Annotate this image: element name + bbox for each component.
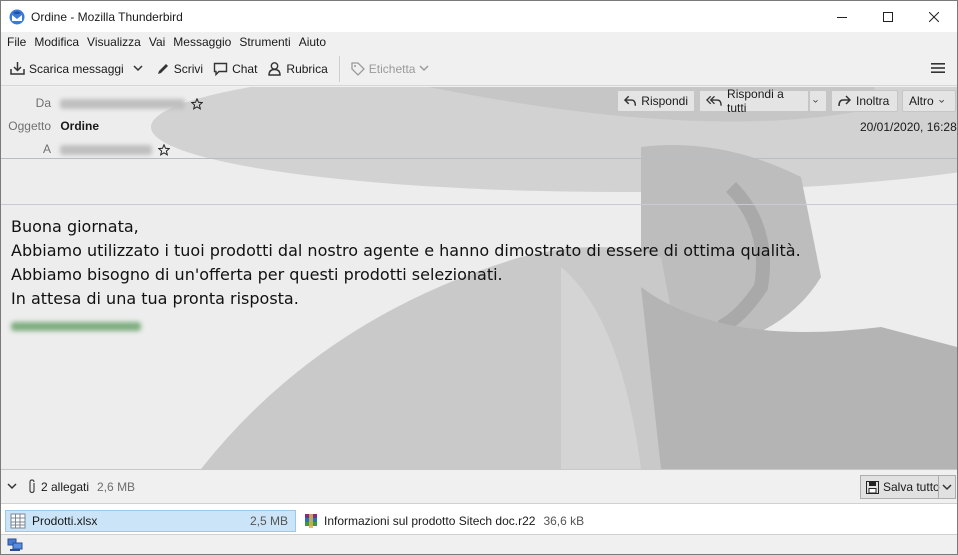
date-row: 20/01/2020, 16:28 [860, 120, 957, 134]
save-all-dropdown[interactable] [938, 476, 955, 498]
attachments-bar: 2 allegati 2,6 MB Salva tutto [1, 469, 957, 503]
signature-redacted [11, 322, 141, 331]
from-label: Da [35, 96, 51, 110]
star-icon[interactable] [157, 143, 171, 156]
paperclip-icon [29, 479, 35, 494]
thunderbird-icon [9, 9, 25, 24]
star-icon[interactable] [190, 97, 204, 110]
attachment-name: Informazioni sul prodotto Sitech doc.r22 [324, 514, 536, 528]
reply-button[interactable]: Rispondi [617, 90, 695, 112]
reply-all-label: Rispondi a tutti [727, 87, 784, 115]
body-line: In attesa di una tua pronta risposta. [11, 289, 299, 308]
menu-tools[interactable]: Strumenti [235, 35, 294, 49]
more-button[interactable]: Altro [902, 90, 956, 112]
chat-button[interactable]: Chat [208, 56, 262, 82]
menu-go[interactable]: Vai [145, 35, 169, 49]
close-button[interactable] [911, 1, 957, 32]
save-all-label: Salva tutto [883, 480, 940, 494]
forward-label: Inoltra [856, 94, 890, 108]
menu-file[interactable]: File [3, 35, 30, 49]
main-toolbar: Scarica messaggi Scrivi Chat Rubrica Eti… [1, 52, 957, 86]
chevron-down-icon [942, 483, 952, 490]
chevron-down-icon [133, 65, 143, 72]
header-divider [1, 158, 957, 159]
spreadsheet-icon [10, 513, 26, 529]
close-icon [929, 11, 939, 22]
message-body: Buona giornata, Abbiamo utilizzato i tuo… [11, 215, 801, 311]
network-status-icon[interactable] [7, 538, 23, 552]
reply-all-dropdown[interactable] [809, 90, 827, 112]
maximize-button[interactable] [865, 1, 911, 32]
title-bar: Ordine - Mozilla Thunderbird [1, 1, 957, 32]
attachments-total-size: 2,6 MB [97, 479, 136, 494]
address-book-button[interactable]: Rubrica [262, 56, 332, 82]
menu-edit[interactable]: Modifica [30, 35, 83, 49]
chat-bubble-icon [213, 62, 228, 76]
chevron-down-icon [813, 99, 818, 103]
save-icon [866, 480, 879, 494]
attachment-name: Prodotti.xlsx [32, 514, 98, 528]
menu-message[interactable]: Messaggio [169, 35, 235, 49]
reply-label: Rispondi [641, 94, 688, 108]
contacts-icon [268, 62, 282, 76]
subject-row: Oggetto Ordine [1, 119, 99, 133]
window-title: Ordine - Mozilla Thunderbird [31, 9, 183, 24]
status-bar [1, 535, 957, 554]
attachment-list: Prodotti.xlsx 2,5 MB Informazioni sul pr… [1, 503, 957, 535]
from-address-redacted[interactable] [60, 98, 186, 109]
menu-view[interactable]: Visualizza [83, 35, 145, 49]
body-line: Abbiamo utilizzato i tuoi prodotti dal n… [11, 241, 801, 260]
get-messages-dropdown[interactable] [129, 56, 151, 82]
get-messages-button[interactable]: Scarica messaggi [5, 56, 129, 82]
more-label: Altro [909, 94, 934, 108]
reply-all-icon [706, 95, 722, 106]
attachment-item[interactable]: Prodotti.xlsx 2,5 MB [5, 510, 296, 532]
message-pane: Da Oggetto Ordine A Rispondi Rispondi a … [1, 87, 957, 469]
write-label: Scrivi [173, 61, 204, 76]
chat-label: Chat [232, 61, 258, 76]
message-date: 20/01/2020, 16:28 [860, 120, 957, 134]
attachments-count[interactable]: 2 allegati [41, 480, 89, 494]
tag-label: Etichetta [368, 61, 416, 76]
pencil-icon [157, 63, 168, 74]
minimize-button[interactable] [819, 1, 865, 32]
subject-label: Oggetto [8, 119, 51, 133]
maximize-icon [883, 11, 893, 22]
tag-button[interactable]: Etichetta [346, 56, 439, 82]
from-row: Da [1, 96, 204, 110]
forward-icon [838, 95, 851, 107]
body-top-divider [1, 204, 957, 205]
attachment-item[interactable]: Informazioni sul prodotto Sitech doc.r22… [301, 510, 591, 532]
attachment-size: 36,6 kB [543, 514, 585, 528]
write-button[interactable]: Scrivi [151, 56, 208, 82]
tag-icon [351, 61, 365, 76]
to-address-redacted[interactable] [60, 144, 153, 155]
get-messages-label: Scarica messaggi [29, 61, 124, 76]
chevron-down-icon[interactable] [7, 483, 17, 490]
subject-value: Ordine [60, 119, 100, 133]
body-line: Abbiamo bisogno di un'offerta per questi… [11, 265, 503, 284]
attachment-size: 2,5 MB [249, 514, 288, 528]
address-book-label: Rubrica [286, 61, 328, 76]
body-line: Buona giornata, [11, 217, 139, 236]
chevron-down-icon [419, 65, 430, 72]
minimize-icon [837, 16, 847, 18]
download-icon [10, 62, 25, 75]
forward-button[interactable]: Inoltra [831, 90, 898, 112]
save-all-button[interactable]: Salva tutto [860, 475, 956, 499]
reply-icon [624, 95, 637, 106]
app-menu-icon[interactable] [931, 61, 945, 75]
menu-help[interactable]: Aiuto [295, 35, 330, 49]
menu-bar: File Modifica Visualizza Vai Messaggio S… [1, 32, 957, 52]
archive-icon [305, 514, 317, 528]
reply-all-button[interactable]: Rispondi a tutti [699, 87, 809, 115]
chevron-down-icon [938, 99, 944, 103]
toolbar-separator [338, 55, 340, 82]
to-label: A [42, 142, 51, 156]
thunderbird-window: Ordine - Mozilla Thunderbird File Modifi… [0, 0, 958, 555]
to-row: A [1, 142, 171, 156]
